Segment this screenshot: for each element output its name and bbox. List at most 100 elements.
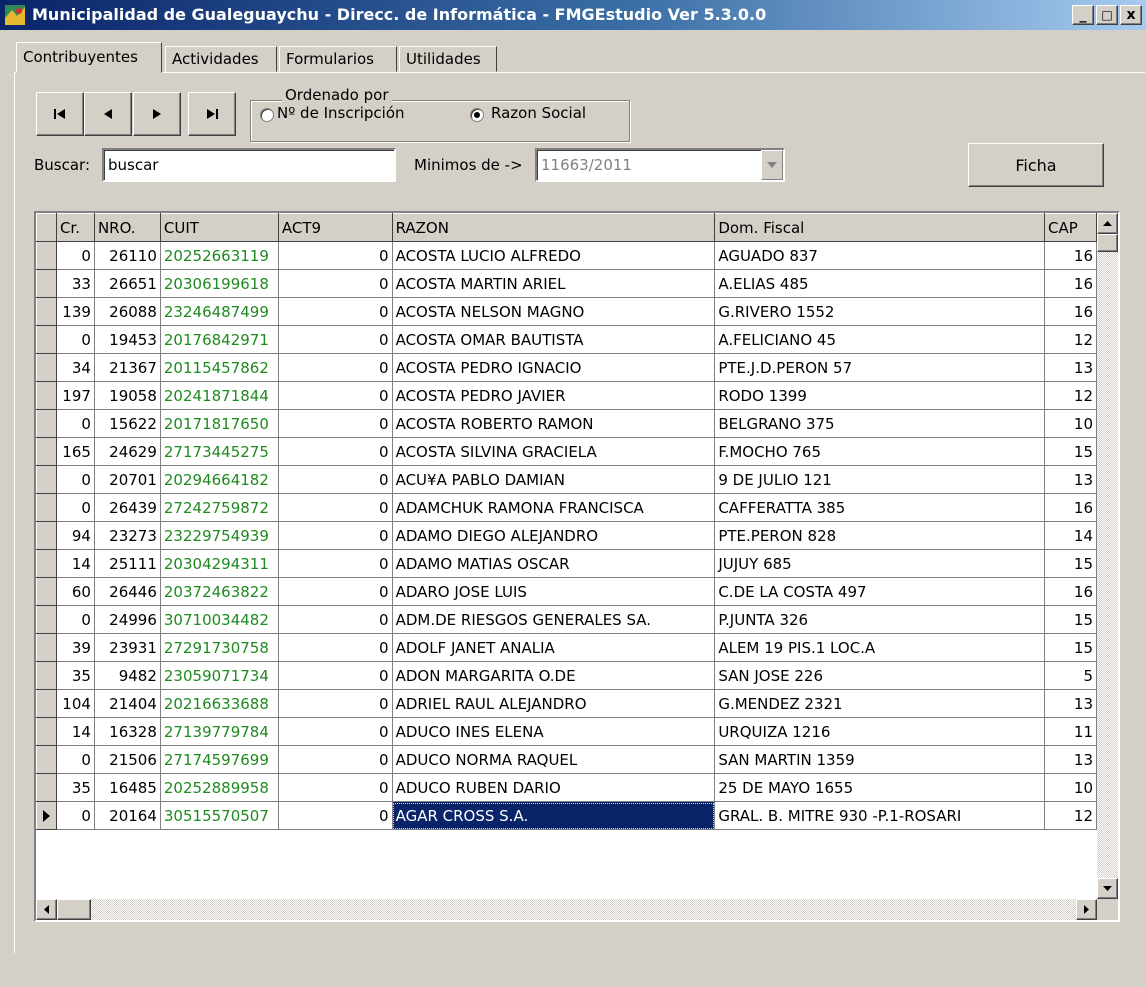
cell-act9[interactable]: 0 (278, 269, 393, 298)
cell-dom[interactable]: AGUADO 837 (714, 241, 1045, 270)
cell-cuit[interactable]: 20294664182 (160, 465, 279, 494)
cell-act9[interactable]: 0 (278, 577, 393, 606)
cell-cr[interactable]: 197 (56, 381, 95, 410)
cell-dom[interactable]: CAFFERATTA 385 (714, 493, 1045, 522)
cell-cr[interactable]: 35 (56, 661, 95, 690)
table-row[interactable]: 39 23931 27291730758 0 ADOLF JANET ANALIA ALE… (36, 633, 1097, 662)
row-indicator[interactable] (36, 493, 57, 522)
cell-nro[interactable]: 26651 (94, 269, 161, 298)
cell-act9[interactable]: 0 (278, 549, 393, 578)
cell-cuit[interactable]: 20304294311 (160, 549, 279, 578)
radio-razon-social[interactable] (470, 108, 484, 122)
cell-cr[interactable]: 60 (56, 577, 95, 606)
horizontal-scrollbar[interactable] (36, 899, 1097, 920)
row-indicator[interactable] (36, 241, 57, 270)
header-nro[interactable]: NRO. (93, 213, 161, 242)
table-row[interactable]: 0 20701 20294664182 0 ACU¥A PABLO DAMIAN 9 DE… (36, 465, 1097, 494)
cell-cr[interactable]: 14 (56, 717, 95, 746)
cell-act9[interactable]: 0 (278, 325, 393, 354)
cell-razon[interactable]: ACOSTA OMAR BAUTISTA (392, 325, 716, 354)
cell-dom[interactable]: A.FELICIANO 45 (714, 325, 1045, 354)
cell-cr[interactable]: 33 (56, 269, 95, 298)
cell-razon[interactable]: ADARO JOSE LUIS (392, 577, 716, 606)
tab-actividades[interactable]: Actividades (165, 46, 277, 72)
cell-cr[interactable]: 0 (56, 325, 95, 354)
row-indicator[interactable] (36, 801, 57, 830)
next-record-button[interactable] (133, 92, 181, 136)
cell-dom[interactable]: URQUIZA 1216 (714, 717, 1045, 746)
cell-cap[interactable]: 14 (1044, 521, 1097, 550)
cell-cuit[interactable]: 20176842971 (160, 325, 279, 354)
cell-dom[interactable]: 25 DE MAYO 1655 (714, 773, 1045, 802)
row-indicator[interactable] (36, 689, 57, 718)
minimize-button[interactable]: _ (1072, 5, 1094, 25)
cell-nro[interactable]: 20701 (94, 465, 161, 494)
table-row[interactable]: 0 15622 20171817650 0 ACOSTA ROBERTO RAMON BE… (36, 409, 1097, 438)
cell-razon[interactable]: ADM.DE RIESGOS GENERALES SA. (392, 605, 716, 634)
cell-cap[interactable]: 10 (1044, 773, 1097, 802)
cell-cap[interactable]: 15 (1044, 437, 1097, 466)
cell-nro[interactable]: 25111 (94, 549, 161, 578)
row-indicator[interactable] (36, 353, 57, 382)
cell-act9[interactable]: 0 (278, 689, 393, 718)
cell-act9[interactable]: 0 (278, 437, 393, 466)
cell-dom[interactable]: PTE.PERON 828 (714, 521, 1045, 550)
row-indicator[interactable] (36, 633, 57, 662)
cell-razon[interactable]: ADUCO RUBEN DARIO (392, 773, 716, 802)
cell-dom[interactable]: A.ELIAS 485 (714, 269, 1045, 298)
cell-dom[interactable]: P.JUNTA 326 (714, 605, 1045, 634)
tab-contribuyentes[interactable]: Contribuyentes (16, 42, 162, 73)
row-indicator[interactable] (36, 717, 57, 746)
table-row[interactable]: 0 26439 27242759872 0 ADAMCHUK RAMONA FRANCI… (36, 493, 1097, 522)
cell-act9[interactable]: 0 (278, 493, 393, 522)
cell-razon[interactable]: ADUCO NORMA RAQUEL (392, 745, 716, 774)
header-dom-fiscal[interactable]: Dom. Fiscal (714, 213, 1045, 242)
cell-cuit[interactable]: 30515570507 (160, 801, 279, 830)
minimos-dropdown-button[interactable] (761, 150, 783, 180)
cell-cuit[interactable]: 23229754939 (160, 521, 279, 550)
cell-cap[interactable]: 12 (1044, 325, 1097, 354)
cell-act9[interactable]: 0 (278, 745, 393, 774)
cell-cap[interactable]: 11 (1044, 717, 1097, 746)
cell-razon[interactable]: ADUCO INES ELENA (392, 717, 716, 746)
row-indicator[interactable] (36, 661, 57, 690)
cell-cap[interactable]: 15 (1044, 549, 1097, 578)
cell-razon[interactable]: ACOSTA NELSON MAGNO (392, 297, 716, 326)
cell-cuit[interactable]: 27174597699 (160, 745, 279, 774)
cell-cuit[interactable]: 20252663119 (160, 241, 279, 270)
cell-cr[interactable]: 94 (56, 521, 95, 550)
radio-inscripcion[interactable] (260, 108, 274, 122)
cell-act9[interactable]: 0 (278, 297, 393, 326)
row-indicator[interactable] (36, 577, 57, 606)
vertical-scrollbar[interactable] (1097, 213, 1118, 899)
tab-utilidades[interactable]: Utilidades (399, 46, 497, 72)
cell-dom[interactable]: SAN MARTIN 1359 (714, 745, 1045, 774)
cell-cuit[interactable]: 20115457862 (160, 353, 279, 382)
table-row[interactable]: 14 25111 20304294311 0 ADAMO MATIAS OSCAR JUJ… (36, 549, 1097, 578)
minimos-combo[interactable]: 11663/2011 (535, 148, 785, 182)
cell-cap[interactable]: 16 (1044, 269, 1097, 298)
cell-nro[interactable]: 26439 (94, 493, 161, 522)
cell-nro[interactable]: 23931 (94, 633, 161, 662)
cell-nro[interactable]: 16328 (94, 717, 161, 746)
cell-nro[interactable]: 24996 (94, 605, 161, 634)
cell-act9[interactable]: 0 (278, 633, 393, 662)
cell-cap[interactable]: 15 (1044, 605, 1097, 634)
header-cr[interactable]: Cr. (55, 213, 95, 242)
cell-razon[interactable]: ACOSTA SILVINA GRACIELA (392, 437, 716, 466)
cell-cr[interactable]: 0 (56, 745, 95, 774)
row-indicator[interactable] (36, 297, 57, 326)
table-row[interactable]: 104 21404 20216633688 0 ADRIEL RAUL ALEJANDR… (36, 689, 1097, 718)
cell-razon[interactable]: ADOLF JANET ANALIA (392, 633, 716, 662)
cell-cuit[interactable]: 27242759872 (160, 493, 279, 522)
cell-razon[interactable]: ADAMO DIEGO ALEJANDRO (392, 521, 716, 550)
cell-cr[interactable]: 39 (56, 633, 95, 662)
cell-cuit[interactable]: 27139779784 (160, 717, 279, 746)
cell-dom[interactable]: PTE.J.D.PERON 57 (714, 353, 1045, 382)
cell-act9[interactable]: 0 (278, 717, 393, 746)
cell-dom[interactable]: G.RIVERO 1552 (714, 297, 1045, 326)
cell-act9[interactable]: 0 (278, 465, 393, 494)
cell-cr[interactable]: 139 (56, 297, 95, 326)
last-record-button[interactable] (188, 92, 236, 136)
ficha-button[interactable]: Ficha (968, 143, 1104, 187)
